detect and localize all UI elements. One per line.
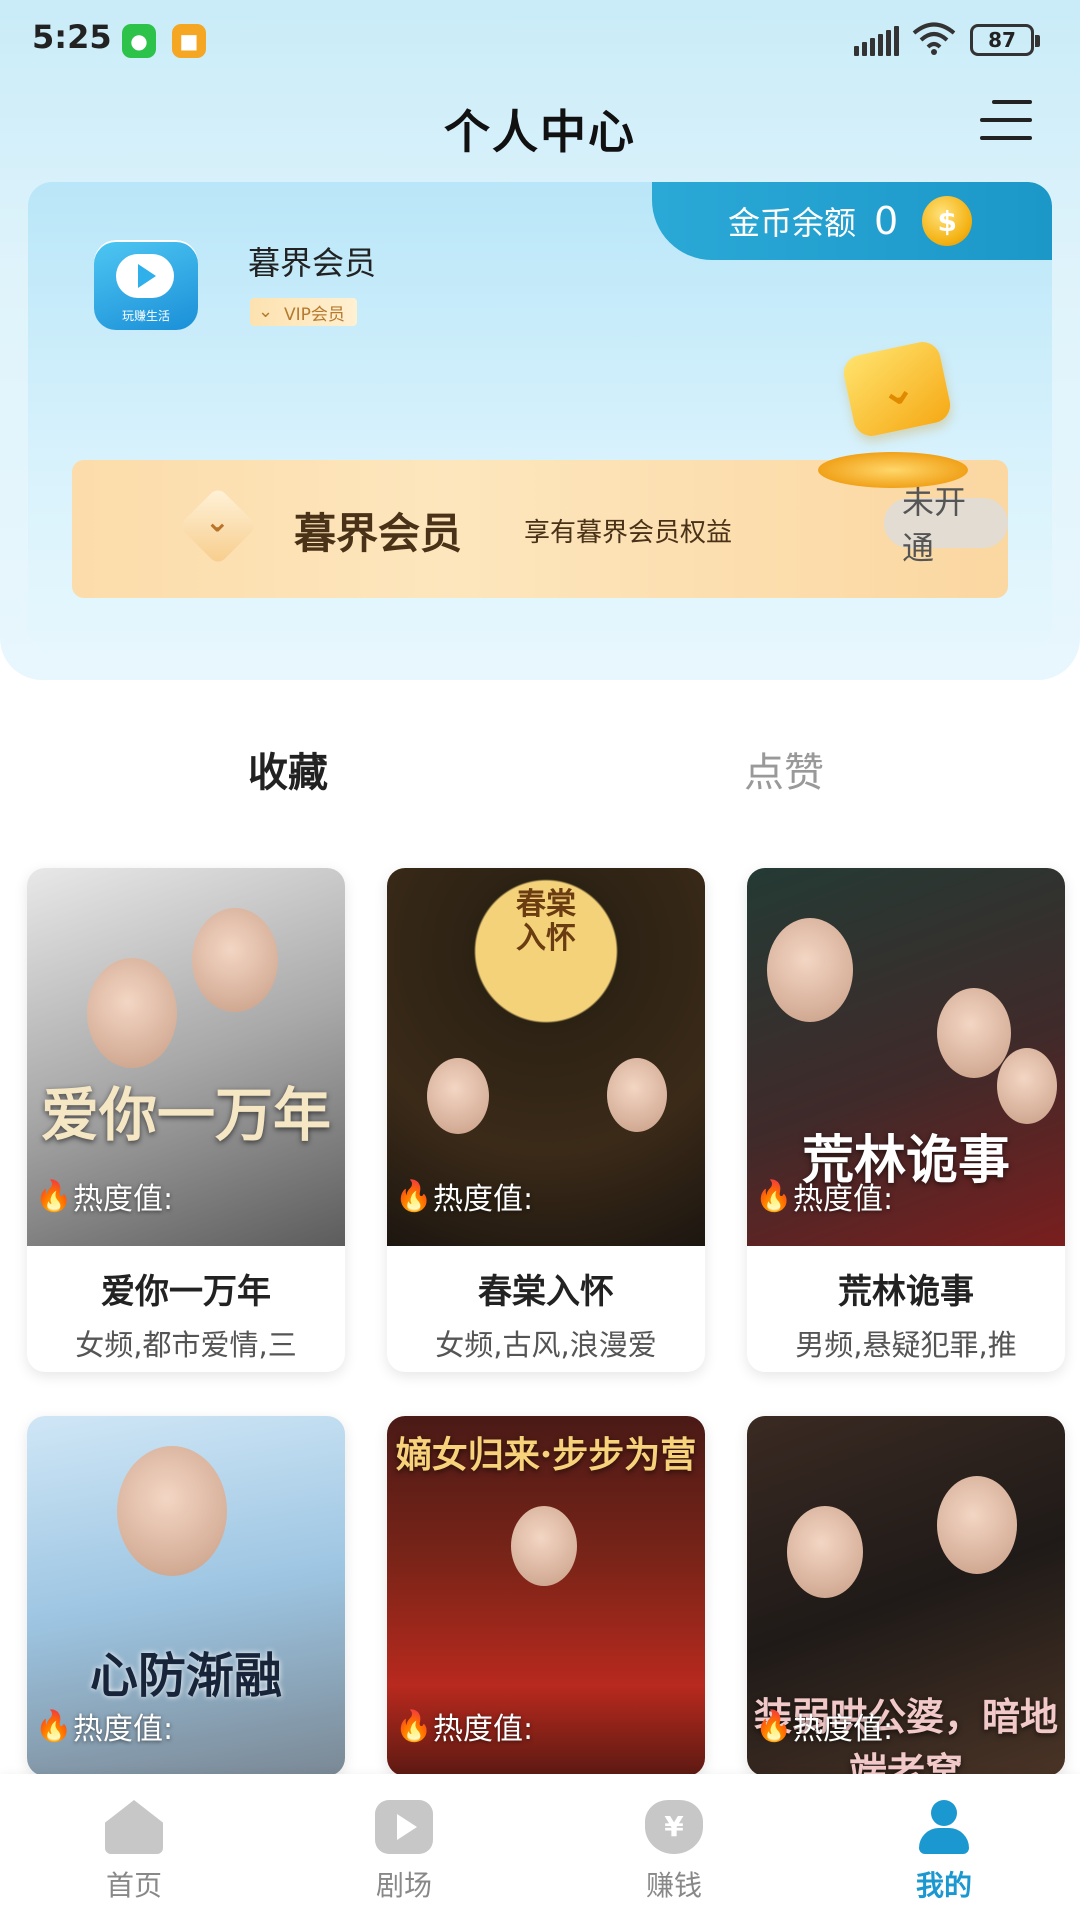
tab-favorites[interactable]: 收藏 — [248, 740, 328, 798]
avatar-caption: 玩赚生活 — [121, 309, 170, 323]
vip-tag: ⌄ VIP会员 — [250, 298, 357, 326]
heat-label: 热度值: — [73, 1182, 174, 1217]
battery-icon: 87 — [970, 24, 1040, 56]
status-time: 5:25 — [32, 18, 112, 56]
vip-tag-label: VIP会员 — [284, 304, 345, 325]
heat-value: 🔥 热度值: — [755, 1704, 894, 1748]
drama-card[interactable]: 嫡女归来·步步为营 🔥 热度值: — [387, 1416, 705, 1776]
avatar[interactable]: 玩赚生活 — [94, 240, 198, 330]
poster-figure — [937, 988, 1011, 1078]
nav-earn-label: 赚钱 — [645, 1869, 702, 1902]
drama-title: 春棠入怀 — [478, 1272, 614, 1312]
gem-pedestal-icon — [818, 452, 968, 488]
drama-card[interactable]: 爱你一万年 🔥 热度值: 爱你一万年 女频,都市爱情,三 — [27, 868, 345, 1372]
fire-icon: 🔥 — [755, 1178, 793, 1214]
member-card: 金币余额 0 $ 玩赚生活 暮界会员 ⌄ VIP会员 ⌄ 暮界会员 享有暮界会员… — [28, 182, 1052, 650]
play-logo-icon — [116, 254, 174, 298]
nav-home[interactable]: 首页 — [64, 1800, 204, 1904]
heat-value: 🔥 热度值: — [35, 1174, 174, 1218]
poster-figure — [511, 1506, 577, 1586]
fire-icon: 🔥 — [395, 1708, 433, 1744]
drama-tags: 女频,都市爱情,三 — [75, 1328, 297, 1362]
poster-figure — [767, 918, 853, 1022]
signal-icon — [854, 26, 899, 56]
drama-tags: 女频,古风,浪漫爱 — [435, 1328, 657, 1362]
poster-figure — [117, 1446, 227, 1576]
heat-value: 🔥 热度值: — [395, 1704, 534, 1748]
vip-diamond-icon: ⌄ — [178, 486, 258, 566]
drama-card[interactable]: 装弱哄公婆，暗地端老窝 🔥 热度值: — [747, 1416, 1065, 1776]
vip-banner-title: 暮界会员 — [294, 509, 463, 558]
user-icon — [915, 1800, 973, 1854]
drama-poster[interactable]: 荒林诡事 🔥 热度值: — [747, 868, 1065, 1246]
coin-balance-value: 0 — [874, 199, 899, 243]
poster-figure — [997, 1048, 1057, 1124]
drama-title: 爱你一万年 — [101, 1272, 271, 1312]
drama-poster[interactable]: 春棠入怀 🔥 热度值: — [387, 868, 705, 1246]
heat-label: 热度值: — [793, 1182, 894, 1217]
drama-poster[interactable]: 装弱哄公婆，暗地端老窝 🔥 热度值: — [747, 1416, 1065, 1776]
nav-home-label: 首页 — [105, 1869, 162, 1902]
nav-theater[interactable]: 剧场 — [334, 1800, 474, 1904]
poster-figure — [192, 908, 278, 1012]
poster-figure — [937, 1476, 1017, 1574]
menu-icon[interactable] — [980, 100, 1032, 144]
fire-icon: 🔥 — [755, 1708, 793, 1744]
tab-likes[interactable]: 点赞 — [744, 740, 824, 798]
gold-gem-icon: ⌄ — [840, 338, 954, 440]
home-icon — [105, 1800, 163, 1854]
user-name: 暮界会员 — [248, 244, 377, 282]
fire-icon: 🔥 — [35, 1178, 73, 1214]
heat-label: 热度值: — [433, 1182, 534, 1217]
heat-value: 🔥 热度值: — [395, 1174, 534, 1218]
status-bar: 5:25 ● ■ 87 — [0, 0, 1080, 80]
poster-figure — [787, 1506, 863, 1598]
poster-figure — [427, 1058, 489, 1134]
drama-title: 荒林诡事 — [838, 1272, 974, 1312]
vip-chevron-icon: ⌄ — [258, 301, 274, 322]
vip-status-button[interactable]: 未开通 — [884, 483, 1008, 567]
coin-balance-label: 金币余额 — [728, 204, 857, 242]
heat-value: 🔥 热度值: — [35, 1704, 174, 1748]
wechat-icon: ● — [122, 24, 156, 58]
fire-icon: 🔥 — [35, 1708, 73, 1744]
drama-poster[interactable]: 心防渐融 🔥 热度值: — [27, 1416, 345, 1776]
nav-mine[interactable]: 我的 — [874, 1800, 1014, 1904]
wifi-icon — [912, 22, 956, 55]
heat-label: 热度值: — [73, 1712, 174, 1747]
notes-app-icon: ■ — [172, 24, 206, 58]
poster-title: 心防渐融 — [89, 1648, 282, 1704]
poster-title: 春棠入怀 — [516, 887, 576, 956]
bottom-navigation: 首页 剧场 赚钱 我的 — [0, 1774, 1080, 1920]
money-bag-icon — [645, 1800, 703, 1854]
drama-card[interactable]: 荒林诡事 🔥 热度值: 荒林诡事 男频,悬疑犯罪,推 — [747, 868, 1065, 1372]
heat-label: 热度值: — [793, 1712, 894, 1747]
drama-poster[interactable]: 嫡女归来·步步为营 🔥 热度值: — [387, 1416, 705, 1776]
poster-figure — [607, 1058, 667, 1132]
poster-title: 爱你一万年 — [40, 1081, 331, 1149]
fire-icon: 🔥 — [395, 1178, 433, 1214]
page-title: 个人中心 — [444, 105, 636, 159]
poster-figure — [87, 958, 177, 1068]
drama-card[interactable]: 春棠入怀 🔥 热度值: 春棠入怀 女频,古风,浪漫爱 — [387, 868, 705, 1372]
nav-earn[interactable]: 赚钱 — [604, 1800, 744, 1904]
nav-theater-label: 剧场 — [375, 1869, 432, 1902]
heat-value: 🔥 热度值: — [755, 1174, 894, 1218]
play-icon — [375, 1800, 433, 1854]
poster-title: 嫡女归来·步步为营 — [395, 1434, 697, 1476]
collection-tabs: 收藏 点赞 — [0, 740, 1080, 800]
coin-icon: $ — [922, 196, 973, 246]
vip-banner-description: 享有暮界会员权益 — [524, 518, 733, 548]
nav-mine-label: 我的 — [915, 1869, 972, 1902]
battery-level: 87 — [988, 28, 1016, 52]
coin-balance[interactable]: 金币余额 0 $ — [652, 182, 1052, 260]
drama-poster[interactable]: 爱你一万年 🔥 热度值: — [27, 868, 345, 1246]
drama-tags: 男频,悬疑犯罪,推 — [795, 1328, 1017, 1362]
heat-label: 热度值: — [433, 1712, 534, 1747]
drama-card[interactable]: 心防渐融 🔥 热度值: — [27, 1416, 345, 1776]
